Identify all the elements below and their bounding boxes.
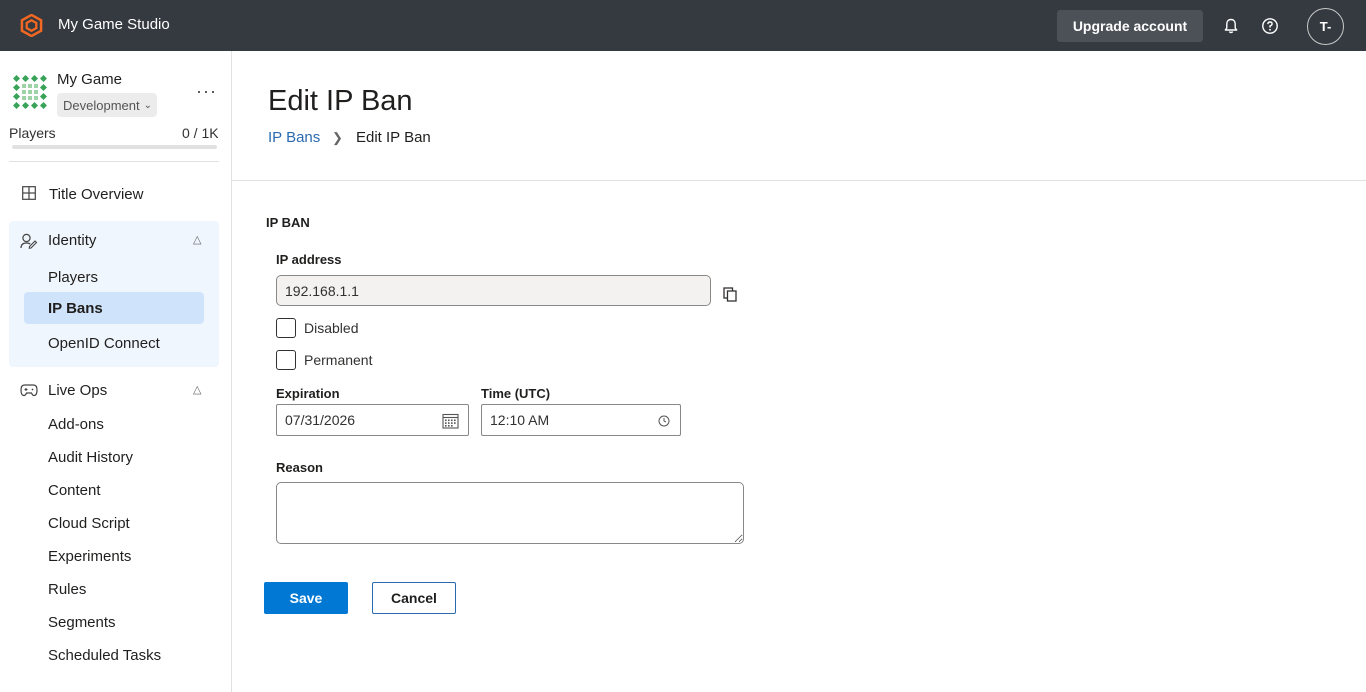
divider: [9, 161, 219, 162]
chevron-up-icon: △: [193, 234, 202, 246]
reason-label: Reason: [276, 460, 323, 475]
sidebar-item-label: OpenID Connect: [48, 335, 160, 352]
nav-identity-header[interactable]: Identity △: [9, 221, 219, 261]
sidebar-item-label: Players: [48, 269, 99, 286]
nav-live-ops-header[interactable]: Live Ops △: [9, 374, 219, 406]
sidebar-item-players[interactable]: Players: [24, 261, 204, 293]
sidebar: My Game Development ⌄ ··· Players 0 / 1K…: [0, 51, 232, 692]
players-usage-count: 0 / 1K: [182, 125, 219, 141]
expiration-label: Expiration: [276, 386, 340, 401]
sidebar-item-experiments[interactable]: Experiments: [48, 548, 131, 565]
clock-icon[interactable]: [658, 415, 670, 427]
ip-address-label: IP address: [276, 252, 342, 267]
gamepad-icon: [20, 384, 38, 397]
reason-textarea[interactable]: [276, 482, 744, 544]
chevron-up-icon: △: [193, 384, 202, 396]
environment-dropdown[interactable]: Development ⌄: [57, 93, 157, 117]
help-icon[interactable]: [1261, 17, 1279, 35]
sidebar-item-cloud-script[interactable]: Cloud Script: [48, 515, 130, 532]
sidebar-item-rules[interactable]: Rules: [48, 581, 86, 598]
identity-icon: [20, 233, 38, 249]
cancel-button[interactable]: Cancel: [372, 582, 456, 614]
upgrade-account-button[interactable]: Upgrade account: [1057, 10, 1203, 42]
studio-name[interactable]: My Game Studio: [58, 16, 170, 33]
studio-logo-icon[interactable]: [20, 14, 43, 37]
permanent-checkbox[interactable]: [276, 350, 296, 370]
time-value: 12:10 AM: [490, 412, 550, 428]
disabled-label: Disabled: [304, 320, 359, 336]
sidebar-item-audit-history[interactable]: Audit History: [48, 449, 133, 466]
avatar[interactable]: T-: [1307, 8, 1344, 45]
copy-icon[interactable]: [723, 287, 738, 302]
players-usage-bar: [12, 145, 217, 149]
game-icon: [13, 75, 47, 109]
game-name[interactable]: My Game: [57, 71, 122, 88]
nav-group-identity: Identity △ Players IP Bans OpenID Connec…: [9, 221, 219, 367]
section-title: IP BAN: [266, 215, 310, 230]
sidebar-item-scheduled-tasks[interactable]: Scheduled Tasks: [48, 647, 161, 664]
sidebar-item-add-ons[interactable]: Add-ons: [48, 416, 104, 433]
time-field[interactable]: 12:10 AM: [481, 404, 681, 436]
sidebar-item-label: IP Bans: [48, 300, 103, 317]
sidebar-item-segments[interactable]: Segments: [48, 614, 116, 631]
environment-label: Development: [63, 97, 140, 113]
nav-title-overview[interactable]: Title Overview: [9, 178, 219, 210]
disabled-checkbox[interactable]: [276, 318, 296, 338]
more-options-button[interactable]: ···: [196, 81, 217, 102]
sidebar-item-content[interactable]: Content: [48, 482, 101, 499]
sidebar-item-openid-connect[interactable]: OpenID Connect: [24, 327, 204, 359]
time-utc-label: Time (UTC): [481, 386, 551, 401]
top-bar: My Game Studio Upgrade account T-: [0, 0, 1366, 51]
page-header: Edit IP Ban IP Bans ❯ Edit IP Ban: [232, 51, 1366, 181]
save-button[interactable]: Save: [264, 582, 348, 614]
chevron-right-icon: ❯: [332, 130, 343, 145]
permanent-label: Permanent: [304, 352, 373, 368]
chevron-down-icon: ⌄: [143, 99, 152, 111]
nav-live-ops-label: Live Ops: [48, 382, 108, 399]
calendar-icon[interactable]: [442, 413, 459, 429]
nav-identity-label: Identity: [48, 232, 97, 249]
grid-icon: [22, 186, 36, 200]
sidebar-item-ip-bans[interactable]: IP Bans: [24, 292, 204, 324]
bell-icon[interactable]: [1222, 17, 1240, 35]
breadcrumb-ip-bans-link[interactable]: IP Bans: [268, 129, 320, 146]
nav-title-overview-label: Title Overview: [49, 186, 144, 203]
ip-address-field[interactable]: 192.168.1.1: [276, 275, 711, 306]
expiration-date-field[interactable]: 07/31/2026: [276, 404, 469, 436]
players-usage-label: Players: [9, 125, 56, 141]
expiration-date-value: 07/31/2026: [285, 412, 356, 428]
page-title: Edit IP Ban: [268, 85, 413, 117]
breadcrumb-current: Edit IP Ban: [356, 129, 431, 146]
